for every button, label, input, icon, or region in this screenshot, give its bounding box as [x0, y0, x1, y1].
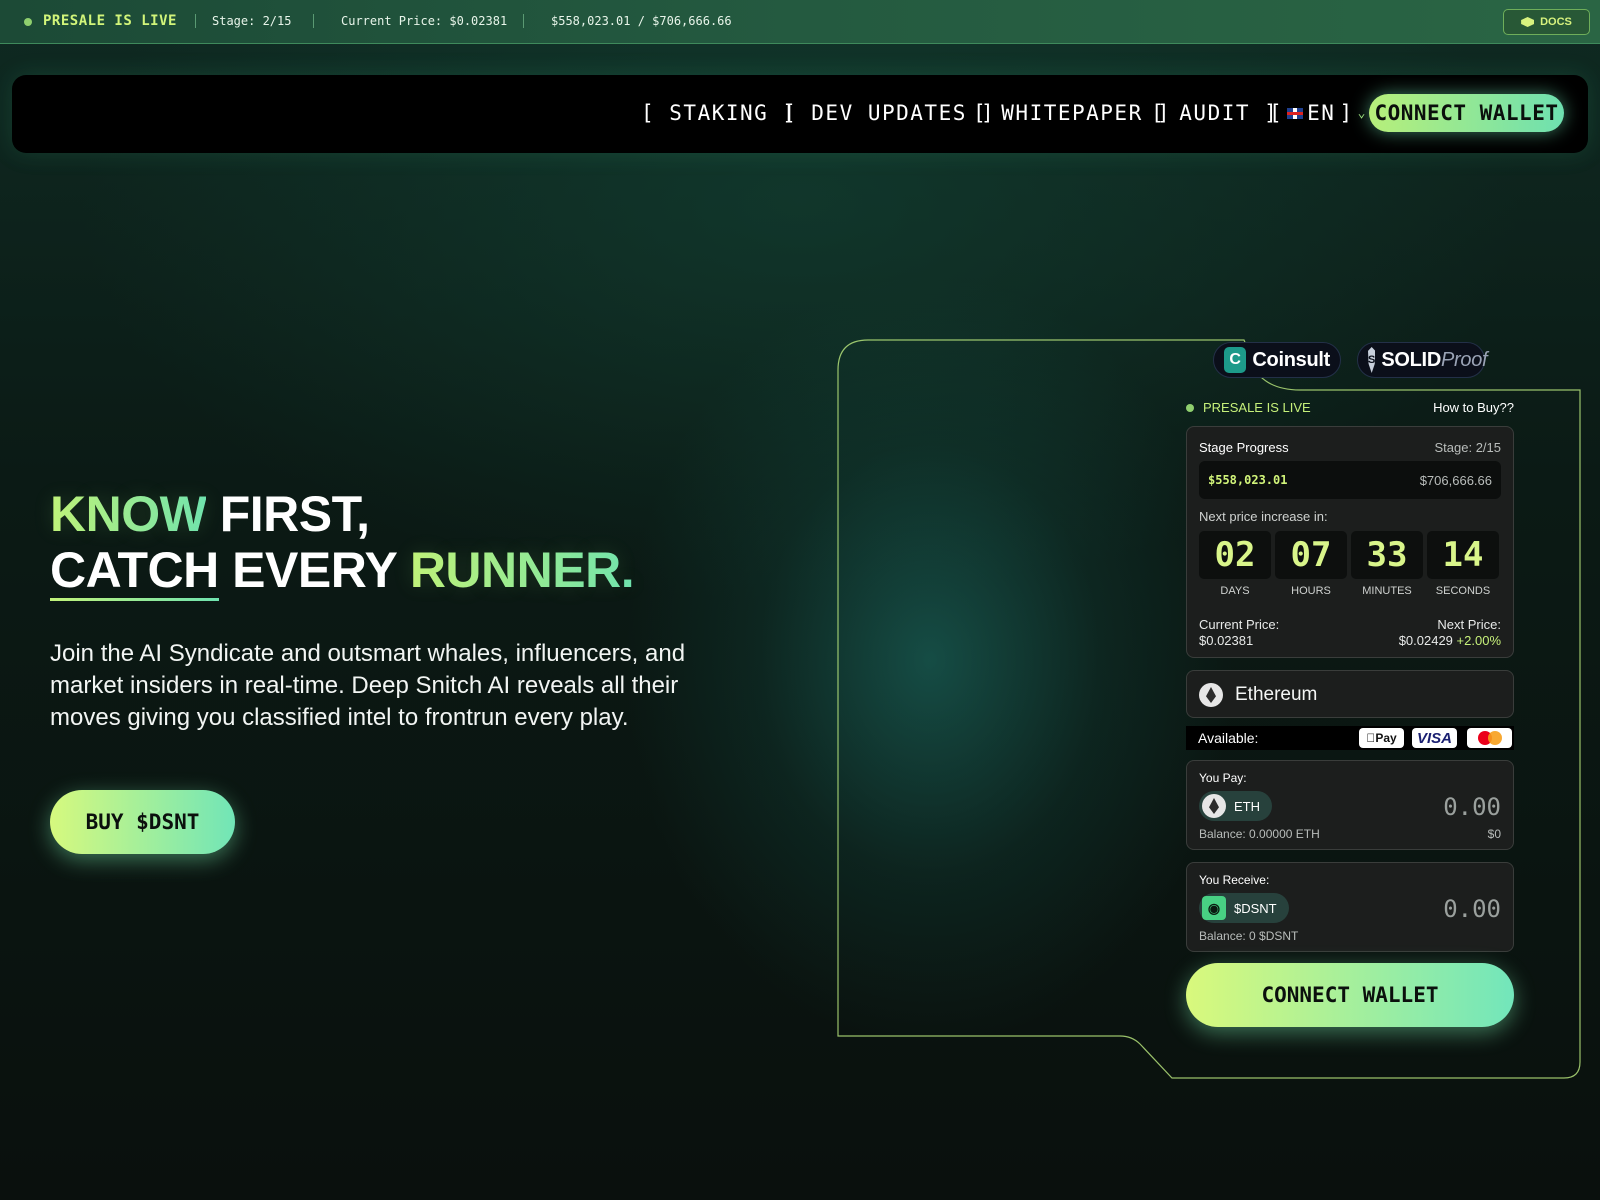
raised-amount: $558,023.01: [1208, 473, 1288, 487]
receive-amount: 0.00: [1443, 895, 1501, 923]
divider: [195, 14, 196, 28]
available-label: Available:: [1198, 730, 1259, 746]
receive-token: ◉ $DSNT: [1199, 893, 1289, 923]
coinsult-logo-icon: C: [1224, 347, 1247, 373]
next-increase-label: Next price increase in:: [1199, 509, 1328, 524]
progress-bar: $558,023.01 $706,666.66: [1199, 461, 1501, 499]
ticker-live-label: PRESALE IS LIVE: [43, 13, 177, 29]
you-pay-label: You Pay:: [1199, 771, 1247, 785]
solid-text: SOLID: [1381, 348, 1441, 371]
divider: [523, 14, 524, 28]
available-payments-row: Available: Pay VISA: [1186, 726, 1514, 750]
receive-balance: Balance: 0 $DSNT: [1199, 929, 1299, 943]
current-price-label: Current Price:: [1199, 617, 1280, 632]
pay-usd-value: $0: [1487, 827, 1501, 841]
coinsult-badge[interactable]: C Coinsult: [1213, 342, 1341, 378]
you-pay-card: You Pay: ETH 0.00 Balance: 0.00000 ETH $…: [1186, 760, 1514, 850]
countdown-hours: 07: [1275, 531, 1347, 579]
chevron-down-icon: ⌄: [1357, 105, 1367, 121]
shield-icon: S: [1368, 347, 1376, 373]
apple-pay-icon[interactable]: Pay: [1359, 728, 1404, 748]
buy-dsnt-button[interactable]: BUY $DSNT: [50, 790, 235, 854]
hero-word-runner: RUNNER.: [409, 542, 635, 598]
hero-title: KNOW FIRST, CATCH EVERY RUNNER.: [50, 486, 635, 601]
countdown-days-label: DAYS: [1220, 585, 1250, 597]
book-icon: [1521, 17, 1535, 27]
countdown-minutes-label: MINUTES: [1362, 585, 1412, 597]
ticker-raised: $558,023.01 / $706,666.66: [551, 14, 732, 28]
apple-pay-label: Pay: [1370, 731, 1396, 745]
nav-item-whitepaper[interactable]: [ WHITEPAPER ]: [973, 101, 1171, 125]
dsnt-token-icon: ◉: [1202, 896, 1226, 920]
nav-connect-wallet-button[interactable]: CONNECT WALLET: [1369, 94, 1564, 132]
countdown-minutes: 33: [1351, 531, 1423, 579]
ethereum-icon: [1199, 683, 1223, 707]
next-price-change: +2.00%: [1456, 633, 1501, 648]
next-price-value: $0.02429: [1398, 633, 1453, 648]
hero-word-every: EVERY: [232, 542, 397, 598]
solidproof-label: SOLIDProof: [1381, 349, 1487, 372]
hero-word-catch: CATCH: [50, 542, 219, 601]
lang-bracket-open: [: [1269, 101, 1284, 125]
how-to-buy-link[interactable]: How to Buy??: [1433, 400, 1514, 415]
you-receive-label: You Receive:: [1199, 873, 1270, 887]
current-price: Current Price: $0.02381: [1199, 617, 1279, 649]
ethereum-icon: [1202, 794, 1226, 818]
network-name: Ethereum: [1235, 684, 1318, 705]
current-price-value: $0.02381: [1199, 633, 1254, 648]
docs-button[interactable]: DOCS: [1503, 9, 1590, 35]
divider: [313, 14, 314, 28]
countdown-seconds-label: SECONDS: [1435, 585, 1491, 597]
next-price: Next Price: $0.02429 +2.00%: [1399, 617, 1501, 649]
main-nav: [ STAKING ] [ DEV UPDATES ] [ WHITEPAPER…: [12, 75, 1588, 153]
stage-label: Stage: 2/15: [1434, 440, 1502, 455]
you-receive-card: You Receive: ◉ $DSNT 0.00 Balance: 0 $DS…: [1186, 862, 1514, 952]
nav-item-dev-updates[interactable]: [ DEV UPDATES ]: [783, 101, 995, 125]
presale-ticker-bar: PRESALE IS LIVE Stage: 2/15 Current Pric…: [0, 0, 1600, 44]
nav-item-audit[interactable]: [ AUDIT ]: [1151, 101, 1278, 125]
hero-title-line-1: KNOW FIRST,: [50, 486, 634, 542]
network-selector[interactable]: Ethereum: [1186, 670, 1514, 718]
pay-token-selector[interactable]: ETH: [1199, 791, 1272, 821]
pay-token-label: ETH: [1234, 798, 1260, 814]
countdown-days: 02: [1199, 531, 1271, 579]
widget-header: PRESALE IS LIVE How to Buy??: [1186, 400, 1514, 418]
live-dot-icon: [24, 18, 32, 26]
hero-word-know: KNOW: [50, 486, 207, 542]
receive-token-label: $DSNT: [1234, 900, 1277, 916]
lang-bracket-close: ]: [1339, 101, 1354, 125]
hero-title-line-2: CATCH EVERY RUNNER.: [50, 542, 635, 601]
next-price-label: Next Price:: [1437, 617, 1501, 632]
stage-progress-label: Stage Progress: [1199, 440, 1289, 455]
mastercard-icon[interactable]: [1467, 728, 1512, 748]
uk-flag-icon: [1287, 107, 1304, 119]
lang-code: EN: [1307, 101, 1336, 125]
docs-label: DOCS: [1540, 16, 1572, 28]
ticker-price: Current Price: $0.02381: [341, 14, 508, 28]
pay-amount-input[interactable]: 0.00: [1443, 793, 1501, 821]
hero-word-first: FIRST,: [219, 486, 370, 542]
goal-amount: $706,666.66: [1419, 473, 1492, 488]
widget-connect-wallet-button[interactable]: CONNECT WALLET: [1186, 963, 1514, 1027]
solidproof-badge[interactable]: S SOLIDProof: [1357, 342, 1488, 378]
coinsult-label: Coinsult: [1252, 348, 1330, 371]
visa-icon[interactable]: VISA: [1412, 728, 1457, 748]
ticker-stage: Stage: 2/15: [212, 14, 292, 28]
countdown-seconds: 14: [1427, 531, 1499, 579]
countdown-hours-label: HOURS: [1291, 585, 1331, 597]
live-dot-icon: [1186, 404, 1194, 412]
pay-balance: Balance: 0.00000 ETH: [1199, 827, 1320, 841]
stage-progress-card: Stage Progress Stage: 2/15 $558,023.01 $…: [1186, 426, 1514, 658]
hero-description: Join the AI Syndicate and outsmart whale…: [50, 640, 686, 731]
widget-presale-live: PRESALE IS LIVE: [1203, 400, 1311, 415]
language-selector[interactable]: [ EN ] ⌄: [1269, 101, 1367, 125]
nav-item-staking[interactable]: [ STAKING ]: [641, 101, 797, 125]
proof-text: Proof: [1440, 348, 1488, 371]
